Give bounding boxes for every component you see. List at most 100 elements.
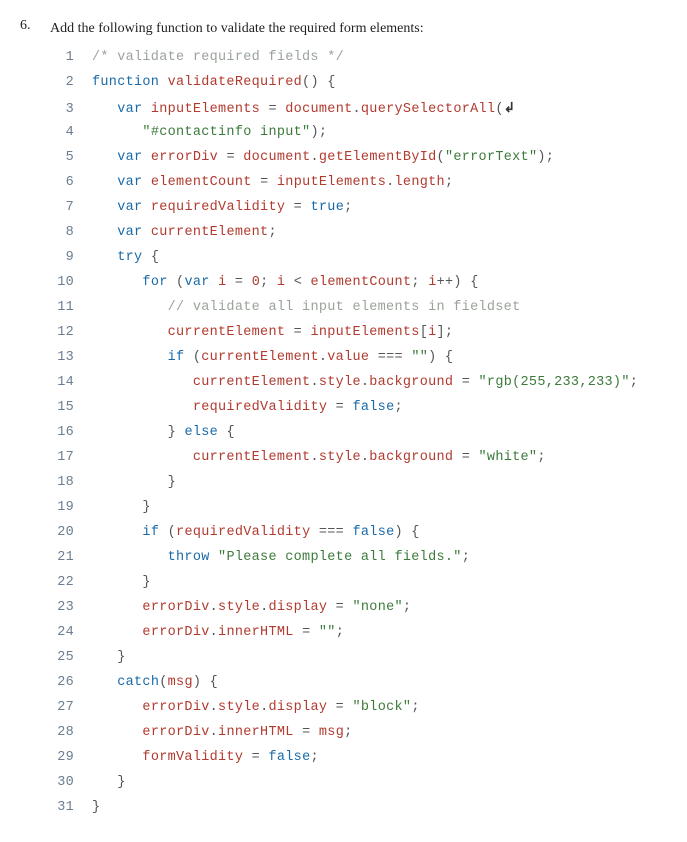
code-token: errorDiv: [151, 150, 218, 165]
code-token: value: [327, 350, 369, 365]
code-content: var currentElement;: [92, 226, 277, 240]
code-content: }: [92, 776, 126, 790]
code-token: ===: [310, 525, 352, 540]
code-line: 6 var elementCount = inputElements.lengt…: [50, 174, 667, 199]
code-token: ;: [268, 225, 276, 240]
code-token: "white": [479, 450, 538, 465]
code-token: ;: [462, 550, 470, 565]
code-token: [92, 102, 117, 117]
code-token: innerHTML: [218, 625, 294, 640]
code-line: 2function validateRequired() {: [50, 74, 667, 99]
code-token: [92, 700, 142, 715]
code-token: 0: [252, 275, 260, 290]
code-token: var: [184, 275, 209, 290]
code-content: currentElement = inputElements[i];: [92, 326, 453, 340]
code-token: .: [311, 150, 319, 165]
code-token: errorDiv: [142, 625, 209, 640]
code-token: length: [395, 175, 445, 190]
code-line: 22 }: [50, 574, 667, 599]
line-number: 26: [50, 676, 74, 690]
code-token: formValidity: [142, 750, 243, 765]
code-content: for (var i = 0; i < elementCount; i++) {: [92, 276, 479, 290]
code-token: errorDiv: [142, 700, 209, 715]
code-token: var: [117, 175, 142, 190]
code-block: 1/* validate required fields */2function…: [50, 49, 667, 824]
code-token: =: [327, 700, 352, 715]
line-number: 10: [50, 276, 74, 290]
code-token: =: [285, 325, 310, 340]
code-token: =: [453, 450, 478, 465]
code-token: var: [117, 150, 142, 165]
code-token: var: [117, 102, 142, 117]
code-content: var errorDiv = document.getElementById("…: [92, 151, 554, 165]
code-content: currentElement.style.background = "white…: [92, 451, 546, 465]
code-token: getElementById: [319, 150, 437, 165]
code-line: 27 errorDiv.style.display = "block";: [50, 699, 667, 724]
step-number: 6.: [20, 18, 38, 34]
code-line: 13 if (currentElement.value === "") {: [50, 349, 667, 374]
line-number: 16: [50, 426, 74, 440]
code-token: (: [168, 275, 185, 290]
code-token: );: [537, 150, 554, 165]
code-token: i: [428, 325, 436, 340]
code-token: "#contactinfo input": [142, 125, 310, 140]
code-token: [159, 75, 167, 90]
code-token: display: [268, 600, 327, 615]
line-number: 14: [50, 376, 74, 390]
code-token: ) {: [395, 525, 420, 540]
code-line: 15 requiredValidity = false;: [50, 399, 667, 424]
code-token: "": [411, 350, 428, 365]
code-token: var: [117, 200, 142, 215]
code-token: () {: [302, 75, 336, 90]
code-line: 4 "#contactinfo input");: [50, 124, 667, 149]
code-line: 12 currentElement = inputElements[i];: [50, 324, 667, 349]
code-token: [142, 102, 150, 117]
code-line: 16 } else {: [50, 424, 667, 449]
code-token: [92, 125, 142, 140]
code-token: [92, 375, 193, 390]
code-line: 3 var inputElements = document.querySele…: [50, 99, 667, 124]
code-token: ) {: [193, 675, 218, 690]
code-content: var requiredValidity = true;: [92, 201, 353, 215]
code-token: [92, 750, 142, 765]
code-token: }: [117, 775, 125, 790]
code-token: errorDiv: [142, 725, 209, 740]
code-token: [92, 200, 117, 215]
code-token: inputElements: [277, 175, 386, 190]
code-line: 19 }: [50, 499, 667, 524]
code-line: 20 if (requiredValidity === false) {: [50, 524, 667, 549]
code-token: {: [142, 250, 159, 265]
code-token: [92, 250, 117, 265]
code-token: ;: [260, 275, 277, 290]
code-token: [92, 450, 193, 465]
code-token: }: [168, 475, 176, 490]
code-content: errorDiv.innerHTML = msg;: [92, 726, 353, 740]
code-token: msg: [319, 725, 344, 740]
code-token: }: [142, 500, 150, 515]
code-token: elementCount: [311, 275, 412, 290]
code-token: requiredValidity: [151, 200, 285, 215]
code-token: [92, 650, 117, 665]
code-token: validateRequired: [168, 75, 302, 90]
code-token: errorDiv: [142, 600, 209, 615]
line-number: 20: [50, 526, 74, 540]
code-token: [: [420, 325, 428, 340]
code-token: .: [310, 375, 318, 390]
line-number: 25: [50, 651, 74, 665]
line-number: 21: [50, 551, 74, 565]
code-token: [142, 200, 150, 215]
code-content: formValidity = false;: [92, 751, 319, 765]
code-token: [142, 175, 150, 190]
code-line: 10 for (var i = 0; i < elementCount; i++…: [50, 274, 667, 299]
code-token: [92, 550, 168, 565]
code-token: ;: [344, 200, 352, 215]
code-content: errorDiv.style.display = "block";: [92, 701, 420, 715]
line-number: 3: [50, 103, 74, 117]
code-token: for: [142, 275, 167, 290]
code-token: =: [252, 175, 277, 190]
code-token: =: [453, 375, 478, 390]
code-token: requiredValidity: [176, 525, 310, 540]
code-token: style: [319, 375, 361, 390]
code-token: ;: [394, 400, 402, 415]
line-number: 29: [50, 751, 74, 765]
